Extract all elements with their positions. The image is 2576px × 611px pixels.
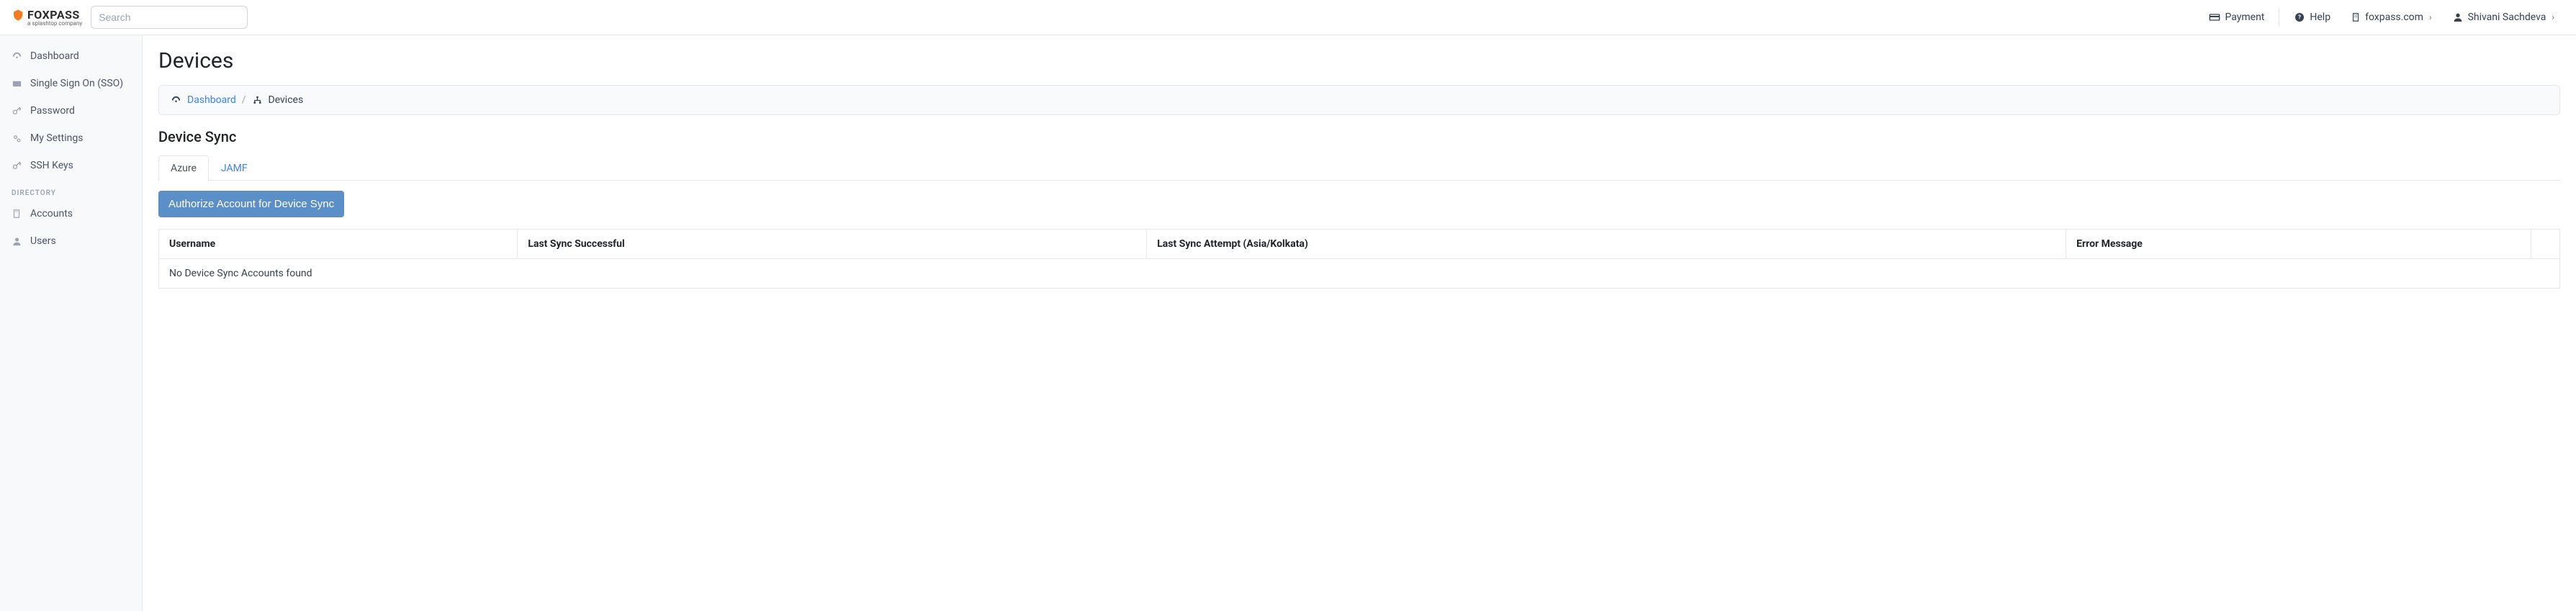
top-actions: Payment ? Help foxpass.com › Shivani Sac… — [2199, 7, 2564, 27]
topbar: FOXPASS a splashtop company Payment ? He… — [0, 0, 2576, 35]
section-title: Device Sync — [158, 128, 2560, 145]
col-error-message: Error Message — [2066, 230, 2531, 259]
tab-jamf[interactable]: JAMF — [209, 155, 260, 181]
help-icon: ? — [2294, 12, 2305, 23]
help-link[interactable]: ? Help — [2284, 7, 2341, 27]
chevron-right-icon: › — [2429, 12, 2432, 22]
tabs: Azure JAMF — [158, 155, 2560, 181]
key-icon — [12, 106, 23, 117]
sidebar-item-my-settings[interactable]: My Settings — [0, 125, 142, 152]
gears-icon — [12, 133, 23, 144]
col-last-sync-attempt: Last Sync Attempt (Asia/Kolkata) — [1147, 230, 2066, 259]
sidebar-item-label: My Settings — [30, 132, 83, 144]
sidebar-item-dashboard[interactable]: Dashboard — [0, 42, 142, 70]
table-empty-row: No Device Sync Accounts found — [159, 259, 2560, 289]
svg-text:?: ? — [2298, 14, 2301, 21]
sidebar-item-ssh-keys[interactable]: SSH Keys — [0, 152, 142, 179]
payment-label: Payment — [2225, 12, 2264, 23]
sitemap-icon — [252, 95, 263, 106]
device-sync-table: Username Last Sync Successful Last Sync … — [158, 229, 2560, 289]
col-last-sync-successful: Last Sync Successful — [518, 230, 1147, 259]
dashboard-icon — [171, 95, 181, 106]
sidebar-section-directory: DIRECTORY — [0, 179, 142, 200]
search-input[interactable] — [91, 6, 248, 29]
breadcrumb-current: Devices — [269, 94, 304, 106]
chevron-right-icon: › — [2552, 12, 2554, 22]
breadcrumb: Dashboard / Devices — [158, 85, 2560, 115]
user-menu[interactable]: Shivani Sachdeva › — [2442, 7, 2564, 27]
sidebar-item-users[interactable]: Users — [0, 227, 142, 255]
site-link[interactable]: foxpass.com › — [2341, 7, 2441, 27]
col-actions — [2531, 230, 2560, 259]
authorize-button[interactable]: Authorize Account for Device Sync — [158, 191, 344, 217]
sidebar-item-sso[interactable]: Single Sign On (SSO) — [0, 70, 142, 97]
sidebar-item-label: Users — [30, 235, 56, 247]
payment-icon — [2209, 12, 2220, 23]
key-icon — [12, 160, 23, 171]
col-username: Username — [159, 230, 518, 259]
main-content: Devices Dashboard / Devices Device Sync … — [143, 35, 2576, 611]
user-icon — [2452, 12, 2464, 23]
breadcrumb-root-link[interactable]: Dashboard — [187, 94, 236, 106]
sidebar: Dashboard Single Sign On (SSO) Password … — [0, 35, 143, 611]
tab-azure[interactable]: Azure — [158, 155, 209, 181]
site-label: foxpass.com — [2365, 12, 2423, 23]
breadcrumb-separator: / — [242, 94, 246, 106]
user-icon — [12, 236, 23, 247]
sidebar-item-accounts[interactable]: Accounts — [0, 200, 142, 227]
logo[interactable]: FOXPASS a splashtop company — [12, 8, 82, 27]
building-icon — [12, 209, 23, 219]
empty-message: No Device Sync Accounts found — [159, 259, 2560, 289]
building-icon — [2351, 12, 2361, 22]
brand-subtitle: a splashtop company — [27, 20, 82, 27]
sidebar-item-label: Accounts — [30, 208, 73, 219]
sidebar-item-label: Dashboard — [30, 50, 79, 62]
dashboard-icon — [12, 51, 23, 62]
sidebar-item-label: Password — [30, 105, 75, 117]
help-label: Help — [2310, 12, 2330, 23]
page-title: Devices — [158, 48, 2560, 73]
foxpass-logo-icon — [12, 9, 24, 22]
sidebar-item-label: Single Sign On (SSO) — [30, 78, 123, 89]
payment-link[interactable]: Payment — [2199, 7, 2274, 27]
sidebar-item-label: SSH Keys — [30, 160, 73, 171]
user-name: Shivani Sachdeva — [2468, 12, 2546, 23]
sidebar-item-password[interactable]: Password — [0, 97, 142, 125]
id-card-icon — [12, 78, 23, 89]
search-wrap — [91, 6, 248, 29]
